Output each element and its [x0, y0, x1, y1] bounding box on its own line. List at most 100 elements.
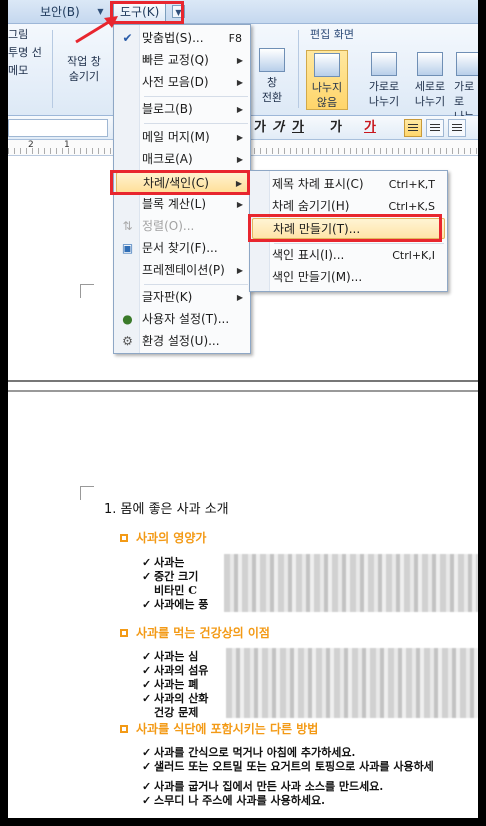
menu-item-label: 글자판(K): [142, 290, 193, 304]
list-item: ✓ 사과의 산화: [142, 692, 208, 705]
menu-item-spellcheck[interactable]: ✔ 맞춤법(S)... F8: [116, 28, 248, 49]
horizontal-split-button[interactable]: 가로로 나누기: [364, 52, 404, 109]
checkmark-icon: ✓: [142, 650, 152, 663]
square-bullet-icon: [120, 629, 128, 637]
bold-button[interactable]: 가: [254, 119, 266, 137]
find-document-icon: ▣: [121, 241, 134, 255]
square-bullet-icon: [120, 725, 128, 733]
document-page[interactable]: 1. 몸에 좋은 사과 소개 사과의 영양가 ✓ 사과는 ✓ 중간 크기 비타민 C…: [8, 392, 478, 818]
menu-item-label: 정렬(O)...: [142, 219, 195, 233]
window-switch-label: 창: [266, 76, 278, 89]
no-split-label: 나누지: [311, 81, 343, 94]
align-center-button[interactable]: [448, 119, 466, 137]
align-justify-button[interactable]: [404, 119, 422, 137]
menu-item-shortcut: F8: [228, 32, 242, 45]
underline-button[interactable]: 가: [292, 119, 304, 137]
sort-icon: ⇅: [122, 219, 133, 233]
list-item-text: 샐러드 또는 오트밀 또는 요거트의 토핑으로 사과를 사용하세: [154, 760, 434, 773]
menu-item-mail-merge[interactable]: 메일 머지(M) ▶: [116, 127, 248, 148]
menu-item-label: 매크로(A): [142, 152, 193, 166]
square-bullet-icon: [120, 534, 128, 542]
list-item: ✓ 사과는: [142, 556, 184, 569]
ribbon-item-picture[interactable]: 그림: [8, 26, 42, 44]
align-left-button[interactable]: [426, 119, 444, 137]
submenu-item-create-index[interactable]: 색인 만들기(M)...: [252, 267, 445, 288]
no-split-icon: [314, 53, 340, 77]
spellcheck-icon: ✔: [122, 31, 133, 45]
checkmark-icon: ✓: [142, 794, 152, 807]
ruler-number: 1: [64, 140, 70, 150]
list-item: ✓ 사과는 심: [142, 650, 198, 663]
menu-item-quick-correct[interactable]: 빠른 교정(Q) ▶: [116, 50, 248, 71]
list-item-text: 사과의 산화: [154, 692, 209, 705]
annotation-highlight-box: [110, 170, 250, 195]
list-item: ✓ 샐러드 또는 오트밀 또는 요거트의 토핑으로 사과를 사용하세: [142, 760, 434, 773]
list-item-text: 사과의 섬유: [154, 664, 209, 677]
menu-item-find-document[interactable]: ▣ 문서 찾기(F)...: [116, 238, 248, 259]
divider: [52, 30, 53, 108]
annotation-highlight-box: [248, 214, 442, 242]
menu-item-label: 블록 계산(L): [142, 197, 207, 211]
checkmark-icon: ✓: [142, 556, 152, 569]
menu-item-user-settings[interactable]: ● 사용자 설정(T)...: [116, 309, 248, 330]
horizontal-split-icon: [456, 52, 478, 76]
horizontal-split-right-button[interactable]: 가로로 나누: [454, 52, 478, 124]
font-color-button[interactable]: 가: [364, 119, 376, 137]
checkmark-icon: ✓: [142, 598, 152, 611]
menu-separator: [144, 96, 248, 97]
window-switch-icon: [259, 48, 285, 72]
no-split-button[interactable]: 나누지 않음: [306, 50, 348, 110]
menu-item-label: 환경 설정(U)...: [142, 334, 220, 348]
checkmark-icon: ✓: [142, 780, 152, 793]
submenu-arrow-icon: ▶: [236, 78, 243, 87]
submenu-arrow-icon: ▶: [236, 293, 243, 302]
strikethrough-button[interactable]: 가: [330, 119, 342, 137]
menu-separator: [274, 243, 444, 244]
style-input[interactable]: [8, 119, 108, 137]
menu-item-label: 색인 표시(I)...: [272, 248, 345, 262]
list-item-text: 사과를 간식으로 먹거나 아침에 추가하세요.: [154, 746, 356, 759]
menu-item-keyboard[interactable]: 글자판(K) ▶: [116, 287, 248, 308]
ribbon-item-memo[interactable]: 메모: [8, 62, 42, 80]
menu-item-macro[interactable]: 매크로(A) ▶: [116, 149, 248, 170]
list-item-text: 사과는 심: [154, 650, 199, 663]
horizontal-split-icon: [371, 52, 397, 76]
page-corner-mark: [80, 486, 94, 500]
doc-heading: 1. 몸에 좋은 사과 소개: [104, 502, 229, 517]
italic-button[interactable]: 가: [272, 119, 284, 137]
menu-item-label: 메일 머지(M): [142, 130, 210, 144]
menu-item-blog[interactable]: 블로그(B) ▶: [116, 99, 248, 120]
menu-item-label: 색인 만들기(M)...: [272, 270, 363, 284]
task-pane-hide-button[interactable]: 작업 창 숨기기: [58, 54, 110, 84]
menu-separator: [144, 123, 248, 124]
ribbon-item-transparent-line[interactable]: 투명 선: [8, 44, 42, 62]
list-item: ✓ 사과의 섬유: [142, 664, 208, 677]
ruler-number: 2: [28, 140, 34, 150]
redacted-text: [226, 648, 478, 718]
submenu-item-show-toc[interactable]: 제목 차례 표시(C) Ctrl+K,T: [252, 174, 445, 195]
menu-item-block-calc[interactable]: 블록 계산(L) ▶: [116, 194, 248, 215]
no-split-label2: 않음: [316, 96, 338, 109]
vertical-split-button[interactable]: 세로로 나누기: [410, 52, 450, 109]
menu-item-preferences[interactable]: ⚙ 환경 설정(U)...: [116, 331, 248, 352]
list-item-text: 건강 문제: [154, 706, 199, 719]
menu-item-presentation[interactable]: 프레젠테이션(P) ▶: [116, 260, 248, 281]
checkmark-icon: ✓: [142, 678, 152, 691]
list-item-text: 사과에는 풍: [154, 598, 209, 611]
menu-item-dictionary[interactable]: 사전 모음(D) ▶: [116, 72, 248, 93]
list-item: ✓ 사과는 폐: [142, 678, 198, 691]
window-switch-button[interactable]: 창 전환: [252, 48, 292, 105]
menu-item-label: 문서 찾기(F)...: [142, 241, 218, 255]
list-item-text: 사과를 굽거나 집에서 만든 사과 소스를 만드세요.: [154, 780, 384, 793]
list-item: ✓ 사과를 굽거나 집에서 만든 사과 소스를 만드세요.: [142, 780, 383, 793]
list-item-text: 사과는 폐: [154, 678, 199, 691]
list-item: ✓ 사과에는 풍: [142, 598, 208, 611]
menu-item-label: 빠른 교정(Q): [142, 53, 209, 67]
vertical-split-label: 세로로: [414, 80, 446, 93]
submenu-item-show-index[interactable]: 색인 표시(I)... Ctrl+K,I: [252, 245, 445, 266]
list-item: ✓ 사과를 간식으로 먹거나 아침에 추가하세요.: [142, 746, 355, 759]
annotation-arrow-icon: [75, 16, 118, 44]
horizontal-split-right-label: 가로로: [454, 80, 475, 108]
section-heading: 사과를 먹는 건강상의 이점: [120, 624, 270, 641]
horizontal-split-label: 가로로: [368, 80, 400, 93]
